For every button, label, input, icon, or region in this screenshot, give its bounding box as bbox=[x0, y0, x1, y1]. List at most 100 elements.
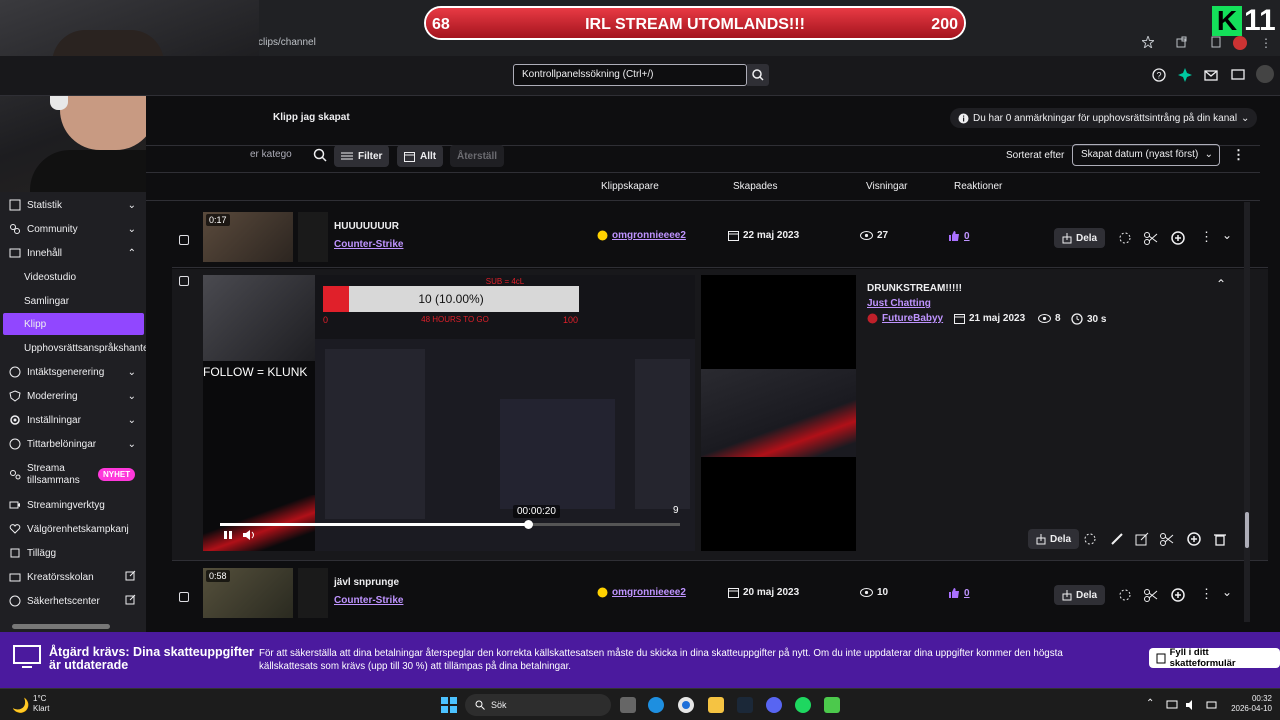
add-circle-icon[interactable] bbox=[1171, 588, 1185, 602]
sidebar-item-videostudio[interactable]: Videostudio bbox=[0, 266, 146, 288]
search-button[interactable] bbox=[747, 64, 769, 86]
help-icon[interactable]: ? bbox=[1152, 68, 1166, 82]
battery-icon[interactable] bbox=[1206, 699, 1218, 711]
steam-icon[interactable] bbox=[737, 697, 753, 713]
creator-link[interactable]: FutureBabyy bbox=[882, 313, 943, 324]
clip-creator[interactable]: omgronnieeee2 bbox=[597, 230, 686, 241]
taskbar-search[interactable]: Sök bbox=[465, 694, 611, 716]
sidebar-item-intaktsgenerering[interactable]: Intäktsgenerering ⌄ bbox=[0, 361, 146, 383]
chrome-icon[interactable] bbox=[678, 697, 694, 713]
sidebar-item-tillagg[interactable]: Tillägg bbox=[0, 542, 146, 564]
add-circle-icon[interactable] bbox=[1171, 231, 1185, 245]
scissors-icon[interactable] bbox=[1144, 588, 1158, 602]
edit-icon[interactable] bbox=[1110, 532, 1124, 546]
star-icon[interactable] bbox=[1142, 36, 1154, 48]
sidebar-item-upphovsratt[interactable]: Upphovsrättsanspråkshante bbox=[0, 337, 146, 359]
main-scrollbar-thumb[interactable] bbox=[1245, 512, 1249, 548]
external-link-icon[interactable] bbox=[1135, 532, 1149, 546]
spotify-icon[interactable] bbox=[795, 697, 811, 713]
collapse-chevron-icon[interactable]: ⌃ bbox=[1216, 277, 1226, 291]
copyright-notice[interactable]: Du har 0 anmärkningar för upphovsrättsin… bbox=[950, 108, 1258, 128]
more-options-icon[interactable]: ⋮ bbox=[1200, 229, 1213, 245]
app-icon[interactable] bbox=[824, 697, 840, 713]
loading-icon[interactable] bbox=[1083, 532, 1097, 546]
share-button[interactable]: Dela bbox=[1054, 585, 1106, 605]
clip-category-link[interactable]: Counter-Strike bbox=[334, 239, 403, 250]
expand-chevron-icon[interactable]: ⌄ bbox=[1222, 228, 1232, 242]
sidebar-item-streamingverktyg[interactable]: Streamingverktyg bbox=[0, 494, 146, 516]
mail-icon[interactable] bbox=[1204, 68, 1218, 82]
volume-icon[interactable] bbox=[1186, 699, 1198, 711]
filter-button[interactable]: Filter bbox=[334, 145, 390, 167]
profile-avatar[interactable] bbox=[1233, 36, 1247, 50]
main-scrollbar-track[interactable] bbox=[1244, 202, 1250, 622]
clip-thumbnail[interactable]: 0:17 bbox=[203, 212, 293, 262]
sidebar-item-installningar[interactable]: Inställningar ⌄ bbox=[0, 409, 146, 431]
scissors-icon[interactable] bbox=[1160, 532, 1174, 546]
sidebar-item-community[interactable]: Community ⌄ bbox=[0, 218, 146, 240]
pin-icon[interactable] bbox=[1210, 36, 1222, 48]
share-button[interactable]: Dela bbox=[1054, 228, 1106, 248]
sidebar-scrollbar[interactable] bbox=[12, 624, 110, 629]
clip-creator[interactable]: FutureBabyy bbox=[867, 313, 943, 324]
task-view-icon[interactable] bbox=[620, 697, 636, 713]
column-reactions[interactable]: Reaktioner bbox=[954, 181, 1002, 192]
clip-reactions[interactable]: 0 bbox=[948, 230, 970, 242]
weather-widget[interactable]: 1°C Klart bbox=[33, 694, 49, 714]
clip-creator[interactable]: omgronnieeee2 bbox=[597, 587, 686, 598]
user-avatar[interactable] bbox=[1256, 65, 1274, 83]
reactions-value[interactable]: 0 bbox=[964, 231, 970, 242]
clip-title[interactable]: jävl snprunge bbox=[334, 577, 399, 588]
network-icon[interactable] bbox=[1166, 699, 1178, 711]
add-circle-icon[interactable] bbox=[1187, 532, 1201, 546]
trash-icon[interactable] bbox=[1213, 532, 1227, 546]
discord-icon[interactable] bbox=[766, 697, 782, 713]
clip-thumbnail[interactable]: 0:58 bbox=[203, 568, 293, 618]
clip-category-link[interactable]: Counter-Strike bbox=[334, 595, 403, 606]
clip-reactions[interactable]: 0 bbox=[948, 587, 970, 599]
edge-icon[interactable] bbox=[648, 697, 664, 713]
more-options-icon[interactable]: ⋮ bbox=[1232, 147, 1245, 163]
reset-button[interactable]: Återställ bbox=[450, 145, 505, 167]
sidebar-item-tittarbeloningar[interactable]: Tittarbelöningar ⌄ bbox=[0, 433, 146, 455]
clip-title[interactable]: HUUUUUUUR bbox=[334, 221, 399, 232]
fill-tax-form-button[interactable]: Fyll i ditt skatteformulär bbox=[1149, 647, 1280, 669]
more-options-icon[interactable]: ⋮ bbox=[1200, 586, 1213, 602]
sidebar-item-valgorenhet[interactable]: Välgörenhetskampkanj bbox=[0, 518, 146, 540]
pause-icon[interactable] bbox=[223, 530, 233, 540]
sparkle-icon[interactable] bbox=[1178, 68, 1192, 82]
chat-icon[interactable] bbox=[1231, 68, 1245, 82]
creator-link[interactable]: omgronnieeee2 bbox=[612, 230, 686, 241]
sidebar-item-sakerhetscenter[interactable]: Säkerhetscenter bbox=[0, 590, 146, 612]
sidebar-item-statistik[interactable]: Statistik ⌄ bbox=[0, 194, 146, 216]
row-checkbox[interactable] bbox=[179, 276, 189, 286]
share-button[interactable]: Dela bbox=[1028, 529, 1080, 549]
row-checkbox[interactable] bbox=[179, 235, 189, 245]
sidebar-item-klipp[interactable]: Klipp bbox=[3, 313, 144, 335]
sidebar-item-kreatorsskolan[interactable]: Kreatörsskolan bbox=[0, 566, 146, 588]
scissors-icon[interactable] bbox=[1144, 231, 1158, 245]
clip-category-link[interactable]: Just Chatting bbox=[867, 298, 931, 309]
sidebar-item-moderering[interactable]: Moderering ⌄ bbox=[0, 385, 146, 407]
windows-start-icon[interactable] bbox=[441, 697, 457, 713]
search-icon[interactable] bbox=[313, 148, 327, 162]
clip-video-player[interactable]: SUB = 4cL 10 (10.00%) 0 48 HOURS TO GO 1… bbox=[203, 275, 695, 551]
sidebar-item-streama-tillsammans[interactable]: Streama tillsammans NYHET bbox=[0, 459, 146, 491]
extensions-icon[interactable] bbox=[1176, 36, 1188, 48]
dashboard-search-input[interactable]: Kontrollpanelssökning (Ctrl+/) bbox=[513, 64, 747, 86]
volume-icon[interactable] bbox=[243, 530, 255, 540]
clip-title[interactable]: DRUNKSTREAM!!!!! bbox=[867, 283, 962, 294]
taskbar-clock[interactable]: 00:32 2026-04-10 bbox=[1224, 694, 1272, 714]
column-created[interactable]: Skapades bbox=[733, 181, 777, 192]
loading-icon[interactable] bbox=[1118, 231, 1132, 245]
reactions-value[interactable]: 0 bbox=[964, 588, 970, 599]
column-creator[interactable]: Klippskapare bbox=[601, 181, 659, 192]
file-explorer-icon[interactable] bbox=[708, 697, 724, 713]
row-checkbox[interactable] bbox=[179, 592, 189, 602]
tray-chevron-icon[interactable]: ⌃ bbox=[1146, 698, 1154, 709]
sidebar-item-samlingar[interactable]: Samlingar bbox=[0, 290, 146, 312]
creator-link[interactable]: omgronnieeee2 bbox=[612, 587, 686, 598]
column-views[interactable]: Visningar bbox=[866, 181, 908, 192]
video-progress-track[interactable] bbox=[220, 520, 680, 529]
date-range-button[interactable]: Allt bbox=[397, 145, 444, 167]
